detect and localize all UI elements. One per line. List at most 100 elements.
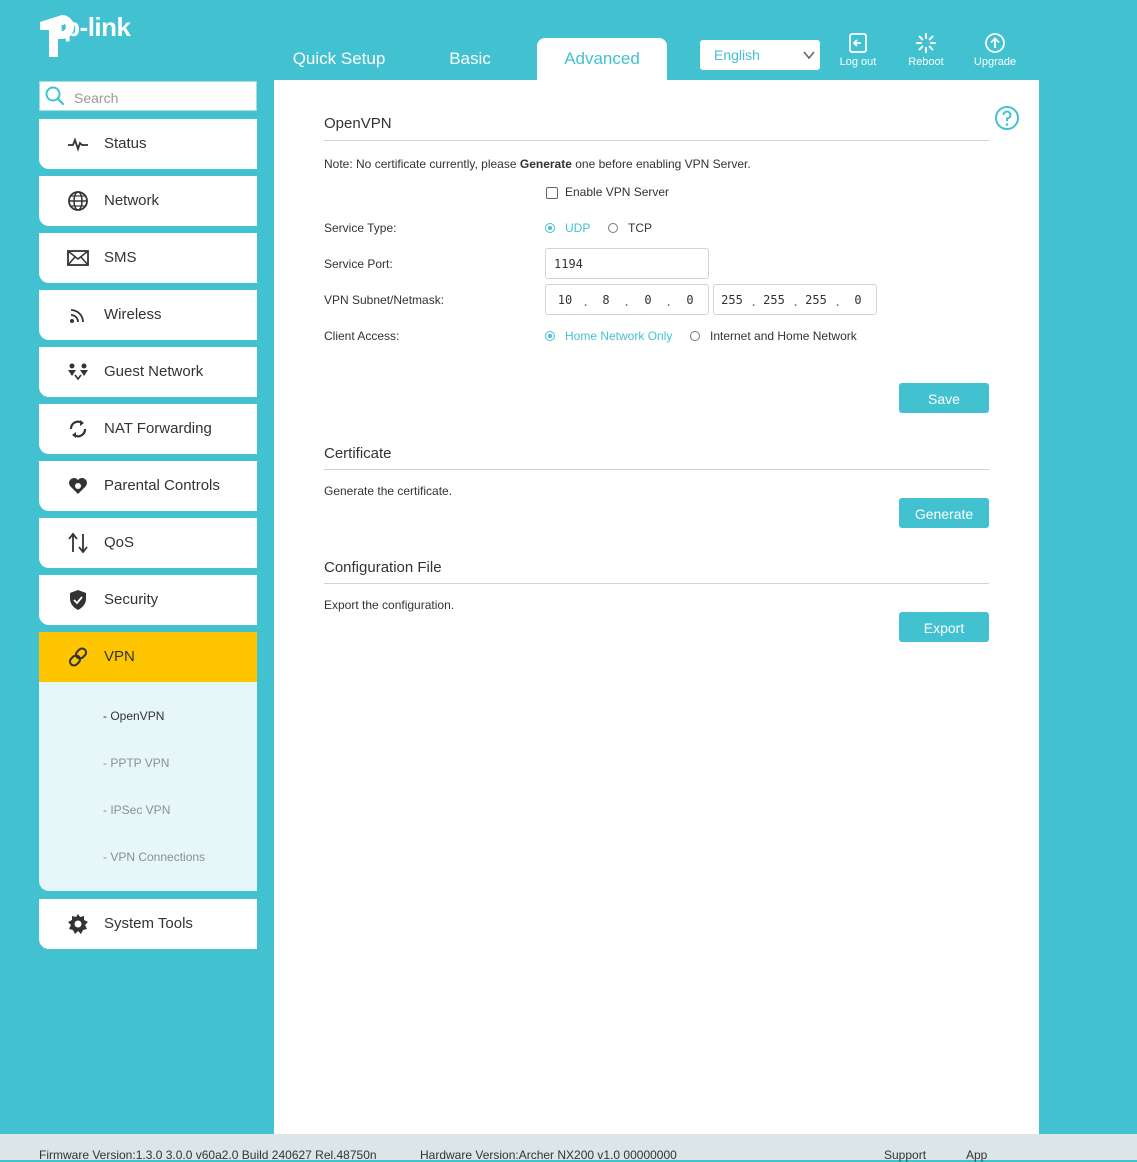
submenu-item-vpn-connections[interactable]: - VPN Connections: [103, 850, 205, 864]
save-button[interactable]: Save: [899, 383, 989, 413]
vpn-subnet-field: . . .: [545, 284, 709, 315]
section-divider: [324, 469, 989, 470]
home-network-only-label: Home Network Only: [565, 329, 673, 343]
tcp-label: TCP: [628, 221, 652, 235]
subnet-octet-1[interactable]: [550, 292, 580, 308]
submenu-item-ipsec-vpn[interactable]: - IPSec VPN: [103, 803, 170, 817]
export-button[interactable]: Export: [899, 612, 989, 642]
tcp-radio[interactable]: [608, 223, 618, 233]
internet-and-home-label: Internet and Home Network: [710, 329, 857, 343]
sidebar-item-label: QoS: [104, 534, 135, 551]
search-input[interactable]: [72, 87, 256, 109]
envelope-icon: [67, 250, 89, 266]
gear-icon: [68, 914, 88, 934]
certificate-title: Certificate: [324, 445, 392, 462]
sidebar-item-nat-forwarding[interactable]: NAT Forwarding: [39, 404, 257, 454]
submenu-item-openvpn[interactable]: - OpenVPN: [103, 709, 164, 723]
sidebar-item-guest-network[interactable]: Guest Network: [39, 347, 257, 397]
guest-icon: [68, 363, 88, 381]
udp-radio[interactable]: [545, 223, 555, 233]
sidebar-item-label: Status: [104, 135, 147, 152]
octet-separator: .: [834, 295, 842, 309]
subnet-octet-4[interactable]: [675, 292, 705, 308]
footer: Firmware Version:1.3.0 3.0.0 v60a2.0 Bui…: [0, 1134, 1137, 1162]
octet-separator: .: [665, 295, 673, 309]
service-port-label: Service Port:: [324, 257, 393, 271]
main-content: OpenVPN Note: No certificate currently, …: [274, 80, 1039, 1134]
sidebar-item-status[interactable]: Status: [39, 119, 257, 169]
sidebar-item-label: Network: [104, 192, 160, 209]
tab-quick-setup[interactable]: Quick Setup: [280, 38, 398, 80]
reboot-button[interactable]: Reboot: [896, 32, 956, 68]
brand-name: tp-link: [56, 12, 131, 42]
tab-basic[interactable]: Basic: [414, 38, 526, 80]
sidebar-item-parental-controls[interactable]: Parental Controls: [39, 461, 257, 511]
sidebar-item-label: NAT Forwarding: [104, 420, 212, 437]
note-suffix: one before enabling VPN Server.: [571, 157, 751, 171]
netmask-octet-1[interactable]: [716, 292, 748, 308]
upgrade-button[interactable]: Upgrade: [965, 32, 1025, 68]
openvpn-title: OpenVPN: [324, 115, 392, 132]
submenu-item-pptp-vpn[interactable]: - PPTP VPN: [103, 756, 169, 770]
search-box: [39, 81, 257, 111]
sidebar-item-system-tools[interactable]: System Tools: [39, 899, 257, 949]
enable-vpn-server-checkbox[interactable]: [546, 187, 558, 199]
note-generate: Generate: [519, 157, 572, 171]
octet-separator: .: [623, 295, 631, 309]
section-divider: [324, 583, 989, 584]
heart-icon: [69, 478, 87, 494]
internet-and-home-radio[interactable]: [690, 331, 700, 341]
sidebar-item-label: System Tools: [104, 915, 193, 932]
sidebar-item-qos[interactable]: QoS: [39, 518, 257, 568]
upgrade-label: Upgrade: [973, 56, 1017, 68]
sidebar-item-security[interactable]: Security: [39, 575, 257, 625]
reboot-label: Reboot: [908, 56, 944, 68]
home-network-only-radio[interactable]: [545, 331, 555, 341]
udp-label: UDP: [565, 221, 591, 235]
sidebar-item-label: Security: [104, 591, 159, 608]
section-divider: [324, 140, 989, 141]
sidebar-item-label: VPN: [104, 648, 135, 665]
note-prefix: Note: No certificate currently, please: [324, 157, 520, 171]
generate-button[interactable]: Generate: [899, 498, 989, 528]
sidebar-item-network[interactable]: Network: [39, 176, 257, 226]
subnet-octet-3[interactable]: [633, 292, 663, 308]
logout-label: Log out: [839, 56, 877, 68]
octet-separator: .: [792, 295, 800, 309]
sidebar-item-label: Guest Network: [104, 363, 204, 380]
logout-button[interactable]: Log out: [828, 32, 888, 68]
link-icon: [68, 647, 88, 667]
sidebar-item-label: Wireless: [104, 306, 162, 323]
netmask-octet-4[interactable]: [842, 292, 874, 308]
service-type-label: Service Type:: [324, 221, 397, 235]
help-icon[interactable]: [994, 105, 1020, 131]
config-file-title: Configuration File: [324, 559, 442, 576]
sidebar-item-label: Parental Controls: [104, 477, 220, 494]
certificate-text: Generate the certificate.: [324, 484, 453, 498]
wifi-icon: [70, 309, 84, 323]
sidebar-item-vpn[interactable]: VPN: [39, 632, 257, 682]
sidebar-item-sms[interactable]: SMS: [39, 233, 257, 283]
language-select[interactable]: English: [700, 40, 820, 70]
chevron-down-icon: [803, 51, 815, 60]
service-port-input[interactable]: [554, 256, 614, 272]
sidebar-item-wireless[interactable]: Wireless: [39, 290, 257, 340]
reboot-icon: [916, 33, 936, 53]
tab-advanced[interactable]: Advanced: [537, 38, 667, 80]
vpn-subnet-label: VPN Subnet/Netmask:: [324, 293, 445, 307]
config-file-text: Export the configuration.: [324, 598, 455, 612]
sidebar-item-label: SMS: [104, 249, 137, 266]
search-icon: [45, 86, 65, 106]
vpn-submenu: - OpenVPN - PPTP VPN - IPSec VPN - VPN C…: [39, 682, 257, 891]
octet-separator: .: [582, 295, 590, 309]
pulse-icon: [68, 137, 88, 152]
netmask-octet-2[interactable]: [758, 292, 790, 308]
vpn-netmask-field: . . .: [713, 284, 877, 315]
enable-vpn-server-label: Enable VPN Server: [565, 185, 670, 199]
netmask-octet-3[interactable]: [800, 292, 832, 308]
octet-separator: .: [750, 295, 758, 309]
language-selected: English: [714, 47, 760, 63]
shield-icon: [70, 590, 86, 610]
subnet-octet-2[interactable]: [591, 292, 621, 308]
nat-icon: [69, 420, 87, 438]
